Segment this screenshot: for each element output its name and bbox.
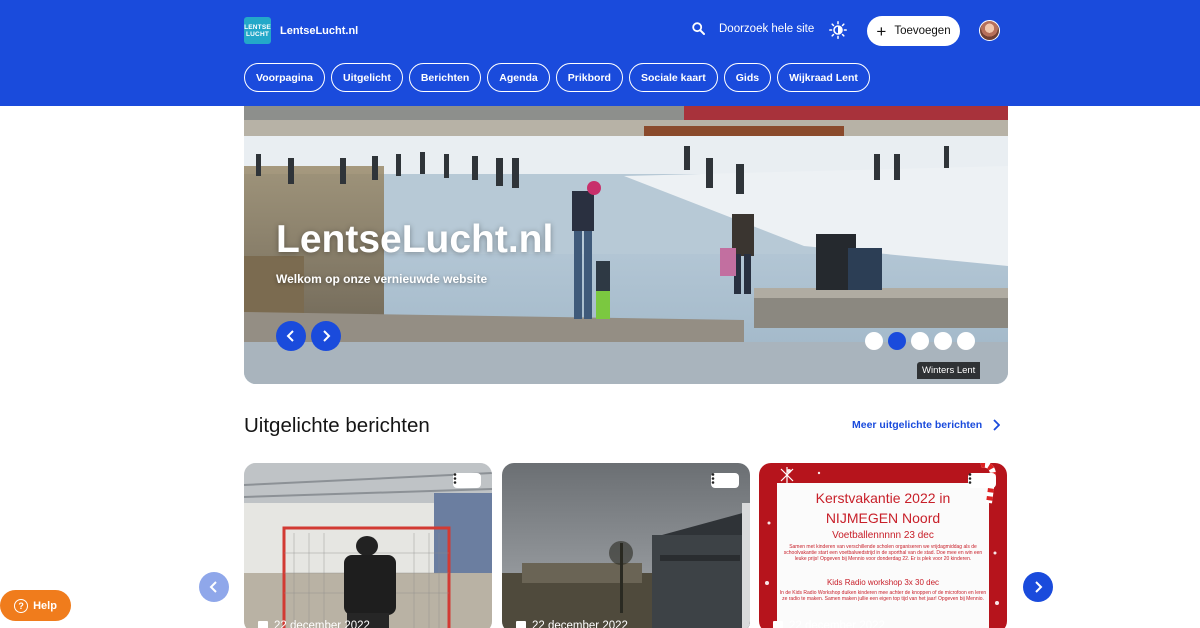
more-vertical-icon bbox=[968, 473, 972, 484]
chevron-left-icon bbox=[209, 581, 217, 593]
carousel-dot-5[interactable] bbox=[957, 332, 975, 350]
logo-text-line2: LUCHT bbox=[245, 30, 270, 38]
search-label: Doorzoek hele site bbox=[719, 22, 815, 35]
featured-card[interactable]: 22 december 2022 bbox=[244, 463, 492, 628]
featured-section-title: Uitgelichte berichten bbox=[244, 414, 430, 437]
hero-subtitle: Welkom op onze vernieuwde website bbox=[276, 272, 488, 286]
nav-item-uitgelicht[interactable]: Uitgelicht bbox=[330, 63, 403, 92]
carousel-dot-2[interactable] bbox=[888, 332, 906, 350]
add-button-label: Toevoegen bbox=[894, 25, 951, 37]
user-avatar[interactable] bbox=[979, 20, 1000, 41]
chevron-right-icon bbox=[993, 419, 1001, 431]
carousel-dot-1[interactable] bbox=[865, 332, 883, 350]
search-button[interactable]: Doorzoek hele site bbox=[692, 22, 814, 35]
featured-card[interactable]: Kerstvakantie 2022 in NIJMEGEN Noord Voe… bbox=[759, 463, 1007, 628]
sun-icon[interactable] bbox=[829, 21, 847, 39]
poster-heading-2: Kids Radio workshop 3x 30 dec bbox=[826, 578, 940, 587]
nav-item-voorpagina[interactable]: Voorpagina bbox=[244, 63, 325, 92]
card-menu-button[interactable] bbox=[711, 473, 739, 488]
chevron-right-icon bbox=[323, 330, 331, 342]
featured-prev-button[interactable] bbox=[199, 572, 229, 602]
more-featured-link[interactable]: Meer uitgelichte berichten bbox=[852, 419, 1001, 431]
card-date-text: 22 december 2022 bbox=[274, 620, 370, 628]
calendar-icon bbox=[773, 621, 783, 628]
calendar-icon bbox=[258, 621, 268, 628]
logo-text-line1: LENTSE bbox=[244, 23, 271, 31]
card-date: 22 december 2022 bbox=[773, 620, 885, 628]
site-logo[interactable]: LENTSE LUCHT LentseLucht.nl bbox=[244, 17, 358, 44]
calendar-icon bbox=[516, 621, 526, 628]
poster-text-2: In de Kids Radio Workshop duiken kindere… bbox=[779, 590, 987, 602]
poster-text-1: Samen met kinderen van verschillende sch… bbox=[783, 544, 983, 562]
poster-heading-1: Voetballennnnn 23 dec bbox=[832, 530, 934, 541]
hero-carousel: LentseLucht.nl Welkom op onze vernieuwde… bbox=[244, 106, 1008, 384]
poster-title-line2: NIJMEGEN Noord bbox=[825, 510, 941, 526]
chevron-left-icon bbox=[286, 330, 294, 342]
hero-caption: Winters Lent bbox=[917, 362, 981, 379]
nav-item-wijkraad-lent[interactable]: Wijkraad Lent bbox=[777, 63, 870, 92]
featured-next-button[interactable] bbox=[1023, 572, 1053, 602]
hero-title: LentseLucht.nl bbox=[276, 218, 554, 261]
card-date: 22 december 2022 bbox=[258, 620, 370, 628]
carousel-next-button[interactable] bbox=[311, 321, 341, 351]
question-icon: ? bbox=[14, 598, 29, 613]
help-button[interactable]: ? Help bbox=[0, 590, 71, 621]
logo-icon: LENTSE LUCHT bbox=[244, 17, 271, 44]
poster-title-line1: Kerstvakantie 2022 in bbox=[815, 490, 951, 506]
nav-item-gids[interactable]: Gids bbox=[723, 63, 772, 92]
more-vertical-icon bbox=[453, 473, 457, 484]
nav-item-berichten[interactable]: Berichten bbox=[408, 63, 482, 92]
plus-icon: + bbox=[876, 21, 887, 41]
carousel-dot-4[interactable] bbox=[934, 332, 952, 350]
card-menu-button[interactable] bbox=[453, 473, 481, 488]
carousel-prev-button[interactable] bbox=[276, 321, 306, 351]
site-header: LENTSE LUCHT LentseLucht.nl Doorzoek hel… bbox=[0, 0, 1200, 106]
carousel-dot-3[interactable] bbox=[911, 332, 929, 350]
carousel-indicators bbox=[865, 332, 975, 350]
card-menu-button[interactable] bbox=[968, 473, 996, 488]
card-date-text: 22 december 2022 bbox=[532, 620, 628, 628]
card-date-text: 22 december 2022 bbox=[789, 620, 885, 628]
nav-item-prikbord[interactable]: Prikbord bbox=[555, 63, 623, 92]
help-label: Help bbox=[33, 599, 57, 612]
add-button[interactable]: + Toevoegen bbox=[867, 16, 960, 46]
search-icon bbox=[692, 22, 705, 35]
more-featured-label: Meer uitgelichte berichten bbox=[852, 419, 983, 431]
chevron-right-icon bbox=[1035, 581, 1043, 593]
featured-card[interactable]: 22 december 2022 bbox=[502, 463, 750, 628]
nav-item-sociale-kaart[interactable]: Sociale kaart bbox=[628, 63, 718, 92]
main-nav: Voorpagina Uitgelicht Berichten Agenda P… bbox=[244, 63, 870, 92]
nav-item-agenda[interactable]: Agenda bbox=[487, 63, 550, 92]
site-name[interactable]: LentseLucht.nl bbox=[280, 25, 358, 37]
card-date: 22 december 2022 bbox=[516, 620, 628, 628]
more-vertical-icon bbox=[711, 473, 715, 484]
